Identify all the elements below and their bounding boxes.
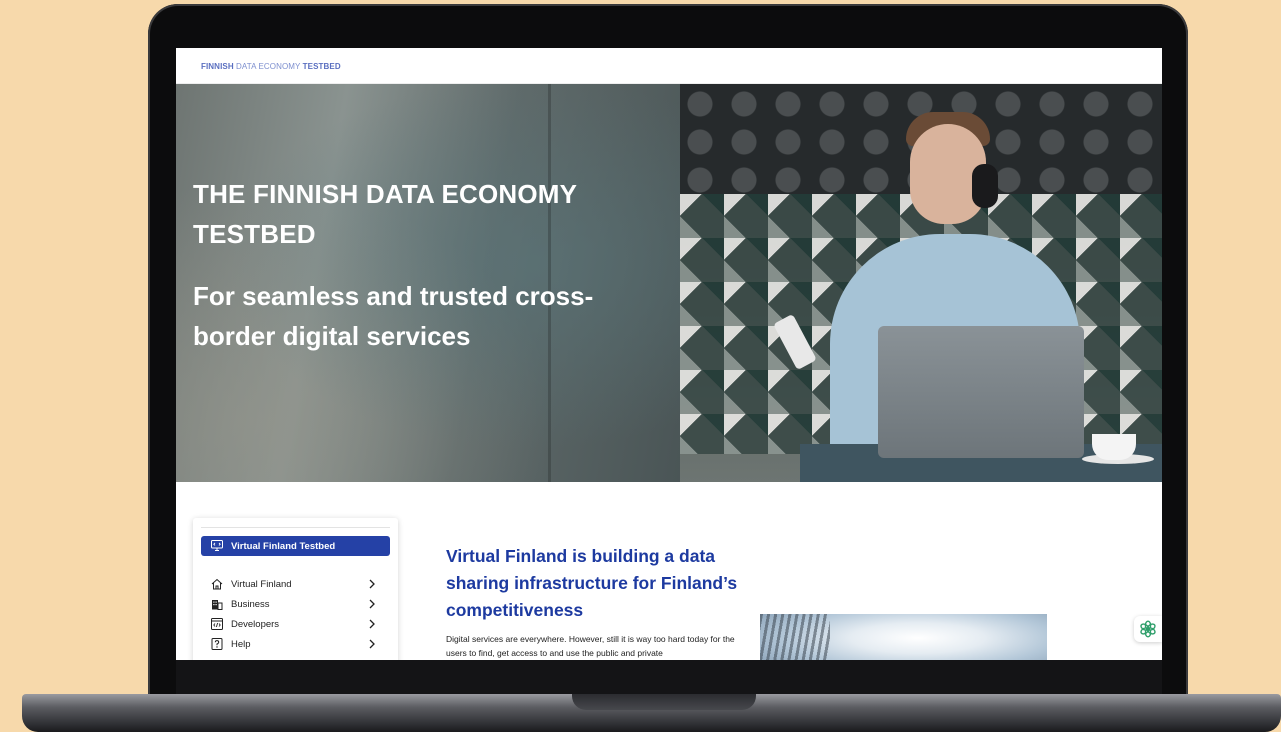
chevron-right-icon — [369, 579, 375, 589]
brand-part-1: FINNISH — [201, 62, 234, 71]
sidebar-item-help[interactable]: Help — [201, 635, 390, 653]
sidebar-item-virtual-finland[interactable]: Virtual Finland — [201, 575, 390, 593]
sidebar-divider — [201, 527, 390, 528]
sidebar-item-label: Business — [231, 598, 270, 610]
chevron-right-icon — [369, 599, 375, 609]
openai-flower-icon — [1140, 620, 1156, 638]
laptop-opening-notch — [572, 694, 756, 710]
sidebar-nav: Virtual Finland Testbed Virtual Finland … — [193, 518, 398, 660]
brand-part-2: DATA ECONOMY — [233, 62, 303, 71]
sidebar-item-label: Help — [231, 638, 251, 650]
brand-part-3: TESTBED — [302, 62, 341, 71]
home-icon — [211, 578, 223, 590]
hero-photo — [680, 84, 1162, 482]
monitor-code-icon — [211, 540, 223, 551]
article-image — [760, 614, 1047, 660]
help-icon — [211, 638, 223, 650]
building-icon — [212, 600, 223, 610]
screen-bezel — [176, 660, 1162, 696]
hero-subtitle: For seamless and trusted cross-border di… — [193, 281, 594, 351]
sidebar-item-virtual-finland-testbed[interactable]: Virtual Finland Testbed — [201, 536, 390, 556]
coffee-cup — [1092, 434, 1136, 460]
chevron-right-icon — [369, 619, 375, 629]
sidebar-item-label: Virtual Finland — [231, 578, 292, 590]
chevron-right-icon — [369, 639, 375, 649]
headphones — [972, 164, 998, 208]
sidebar-item-business[interactable]: Business — [201, 595, 390, 613]
article-body: Digital services are everywhere. However… — [446, 634, 735, 658]
browser-viewport: FINNISH DATA ECONOMY TESTBED THE FINNISH… — [176, 48, 1162, 660]
sidebar-item-label: Developers — [231, 618, 280, 630]
sidebar-active-label: Virtual Finland Testbed — [231, 540, 336, 552]
hero-title: THE FINNISH DATA ECONOMY TESTBED — [193, 179, 577, 249]
photo-laptop — [878, 326, 1084, 458]
site-logo[interactable]: FINNISH DATA ECONOMY TESTBED — [201, 62, 341, 71]
hero-banner: THE FINNISH DATA ECONOMY TESTBED For sea… — [176, 84, 1162, 482]
sidebar-item-developers[interactable]: Developers — [201, 615, 390, 633]
assistant-button[interactable] — [1134, 616, 1162, 642]
code-icon — [211, 618, 223, 630]
site-header: FINNISH DATA ECONOMY TESTBED — [176, 48, 1162, 84]
article-title: Virtual Finland is building a data shari… — [446, 546, 738, 620]
